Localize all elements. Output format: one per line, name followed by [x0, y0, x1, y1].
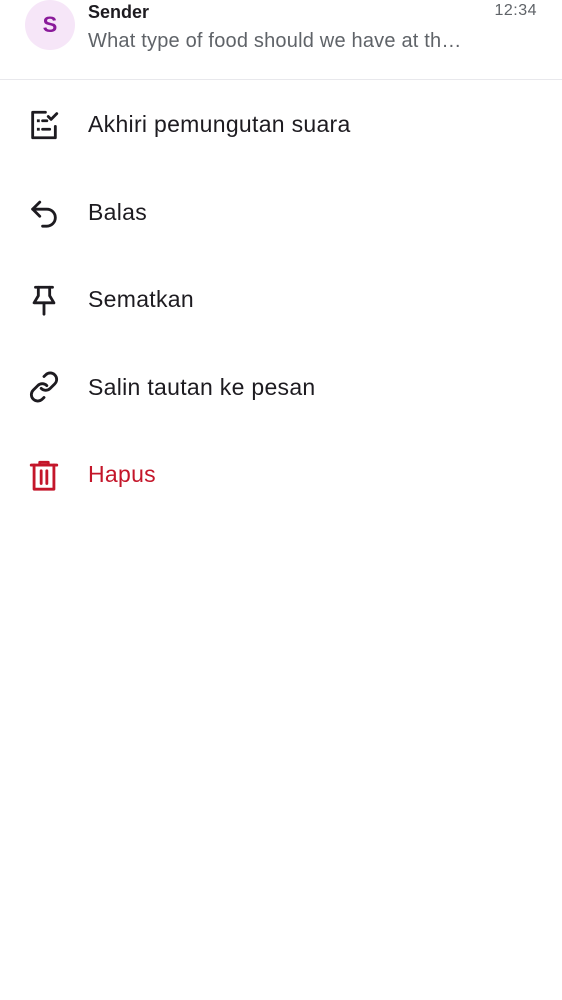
message-preview-header: S Sender 12:34 What type of food should …	[0, 0, 562, 80]
delete-label: Hapus	[88, 461, 156, 488]
message-time: 12:34	[494, 2, 537, 19]
link-icon	[27, 370, 61, 404]
reply-menu-item[interactable]: Balas	[0, 169, 562, 257]
avatar-letter: S	[42, 12, 58, 37]
reply-icon	[27, 195, 61, 229]
sender-name: Sender	[88, 2, 150, 22]
message-actions-menu: Akhiri pemungutan suara Balas Sematkan S…	[0, 81, 562, 519]
reply-label: Balas	[88, 198, 148, 225]
pin-label: Sematkan	[88, 286, 194, 313]
poll-end-icon	[27, 108, 61, 142]
end-poll-label: Akhiri pemungutan suara	[88, 111, 351, 138]
message-preview-text: What type of food should we have at the …	[88, 30, 468, 52]
pin-menu-item[interactable]: Sematkan	[0, 256, 562, 344]
trash-icon	[27, 458, 61, 492]
delete-menu-item[interactable]: Hapus	[0, 431, 562, 519]
copy-link-menu-item[interactable]: Salin tautan ke pesan	[0, 344, 562, 432]
pin-icon	[27, 283, 61, 317]
copy-link-label: Salin tautan ke pesan	[88, 373, 316, 400]
end-poll-menu-item[interactable]: Akhiri pemungutan suara	[0, 81, 562, 169]
avatar: S	[25, 0, 75, 50]
